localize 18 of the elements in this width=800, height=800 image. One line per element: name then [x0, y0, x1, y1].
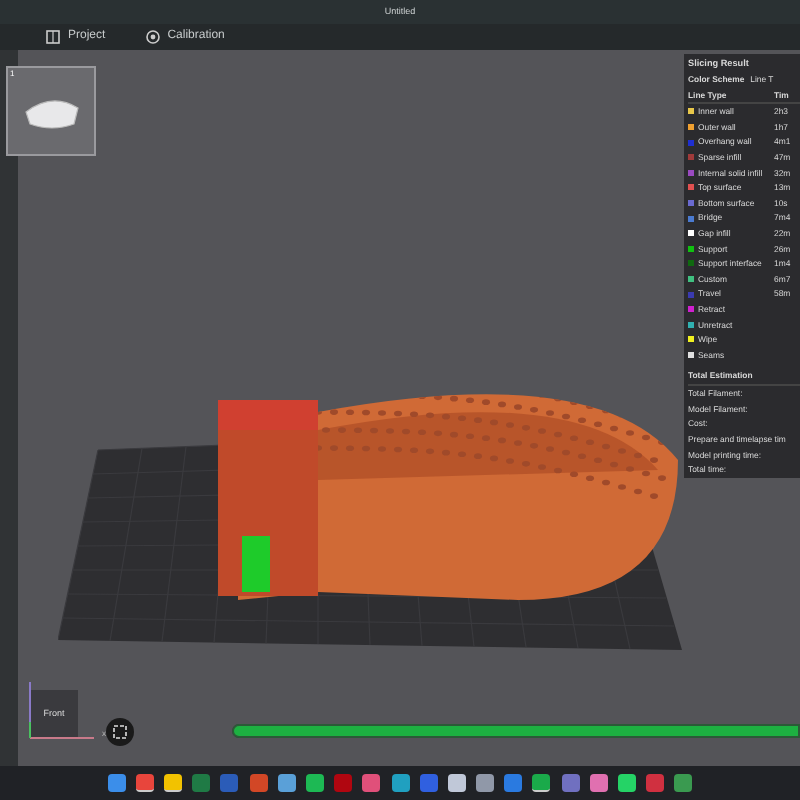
taskbar-app-icon[interactable] [305, 774, 324, 792]
taskbar-app-icon[interactable] [476, 774, 495, 792]
taskbar-app-icon[interactable] [447, 774, 466, 792]
taskbar-app-icon[interactable] [391, 774, 409, 792]
taskbar-app-icon[interactable] [589, 774, 608, 792]
taskbar-app-icon[interactable] [277, 774, 296, 792]
taskbar-app-icon[interactable] [135, 774, 154, 792]
taskbar-app-icon[interactable] [107, 774, 126, 792]
taskbar-app-icon[interactable] [618, 774, 636, 792]
target-icon [145, 30, 160, 44]
fit-view-icon [112, 724, 128, 740]
taskbar-app-icon[interactable] [674, 774, 693, 792]
taskbar-app-icon[interactable] [164, 774, 182, 792]
fit-view-button[interactable] [106, 718, 134, 746]
taskbar-app-icon[interactable] [532, 774, 551, 792]
grid-icon [46, 30, 60, 44]
axes-icon [26, 678, 98, 742]
taskbar-app-icon[interactable] [362, 774, 381, 792]
